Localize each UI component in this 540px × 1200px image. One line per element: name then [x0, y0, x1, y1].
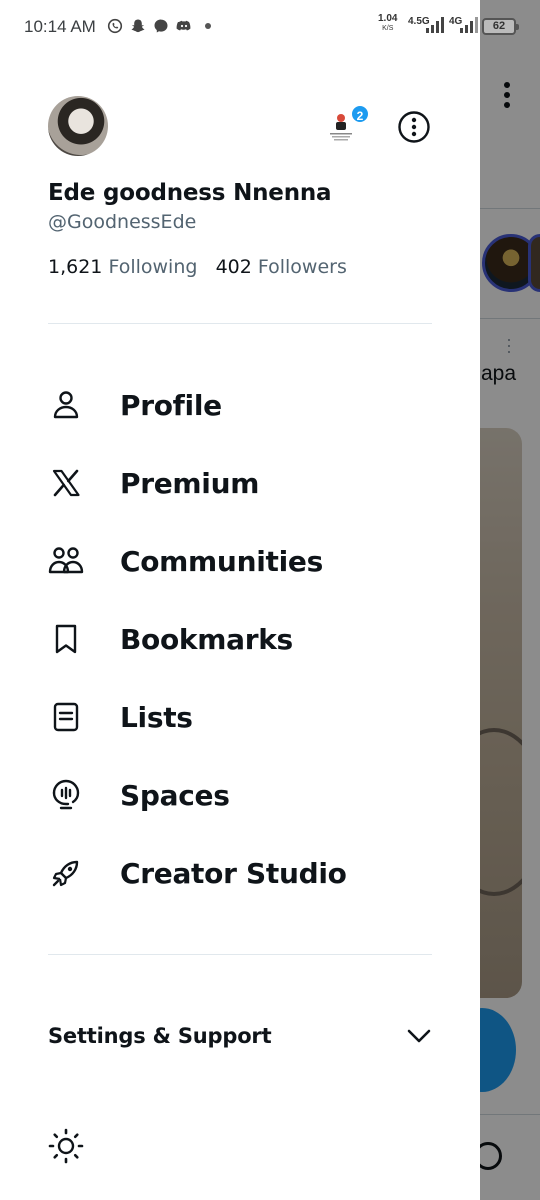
menu-item-label: Premium: [120, 466, 260, 500]
menu-item-profile[interactable]: Profile: [48, 366, 448, 444]
list-icon: [48, 699, 84, 735]
speed-value: 1.04: [378, 13, 398, 24]
menu-item-spaces[interactable]: Spaces: [48, 756, 448, 834]
menu-item-label: Communities: [120, 544, 323, 578]
menu-item-communities[interactable]: Communities: [48, 522, 448, 600]
communities-icon: [48, 543, 84, 579]
following-count: 1,621: [48, 256, 103, 278]
user-handle: @GoodnessEde: [48, 211, 197, 233]
menu-item-label: Lists: [120, 700, 193, 734]
followers-label: Followers: [257, 256, 347, 278]
messenger-icon: [154, 19, 168, 33]
chevron-down-icon: [407, 1029, 431, 1043]
status-bar: 10:14 AM 1.04 K/S 4.5G 4G 62: [0, 0, 540, 56]
battery-icon: 62: [482, 18, 519, 35]
clock: 10:14 AM: [24, 17, 96, 36]
settings-support-label: Settings & Support: [48, 1024, 272, 1048]
snapchat-icon: [131, 19, 145, 33]
sun-icon[interactable]: [48, 1128, 84, 1164]
menu-item-label: Profile: [120, 388, 222, 422]
spaces-icon: [48, 777, 84, 813]
menu-item-bookmarks[interactable]: Bookmarks: [48, 600, 448, 678]
notification-icons: [107, 18, 211, 34]
discord-icon: [176, 20, 191, 31]
menu-item-premium[interactable]: Premium: [48, 444, 448, 522]
accounts-count-badge: 2: [350, 104, 370, 124]
menu-item-label: Creator Studio: [120, 856, 347, 890]
more-options-icon[interactable]: [397, 110, 431, 144]
more-notifications-dot: [205, 23, 211, 29]
whatsapp-icon: [107, 18, 123, 34]
menu-item-lists[interactable]: Lists: [48, 678, 448, 756]
menu-item-creator-studio[interactable]: Creator Studio: [48, 834, 448, 912]
following-label: Following: [108, 256, 198, 278]
bookmark-icon: [48, 621, 84, 657]
avatar[interactable]: [48, 96, 108, 156]
x-logo-icon: [48, 465, 84, 501]
followers-count: 402: [215, 256, 252, 278]
person-icon: [48, 387, 84, 423]
divider: [48, 954, 432, 955]
drawer-menu: Profile Premium Communities Bookmarks Li…: [48, 366, 448, 912]
network-speed: 1.04 K/S: [378, 14, 397, 34]
signal-bars-icon: [460, 17, 478, 33]
navigation-drawer: 2 Ede goodness Nnenna @GoodnessEde 1,621…: [0, 0, 480, 1200]
menu-item-label: Bookmarks: [120, 622, 293, 656]
rocket-icon: [48, 855, 84, 891]
followers-link[interactable]: 402 Followers: [216, 256, 347, 278]
menu-item-label: Spaces: [120, 778, 230, 812]
follow-stats: 1,621 Following 402 Followers: [48, 256, 347, 278]
following-link[interactable]: 1,621 Following: [48, 256, 197, 278]
signal-bars-icon: [426, 17, 444, 33]
speed-unit: K/S: [382, 25, 394, 32]
divider: [48, 323, 432, 324]
settings-support-toggle[interactable]: Settings & Support: [48, 1016, 432, 1056]
display-name[interactable]: Ede goodness Nnenna: [48, 180, 332, 206]
